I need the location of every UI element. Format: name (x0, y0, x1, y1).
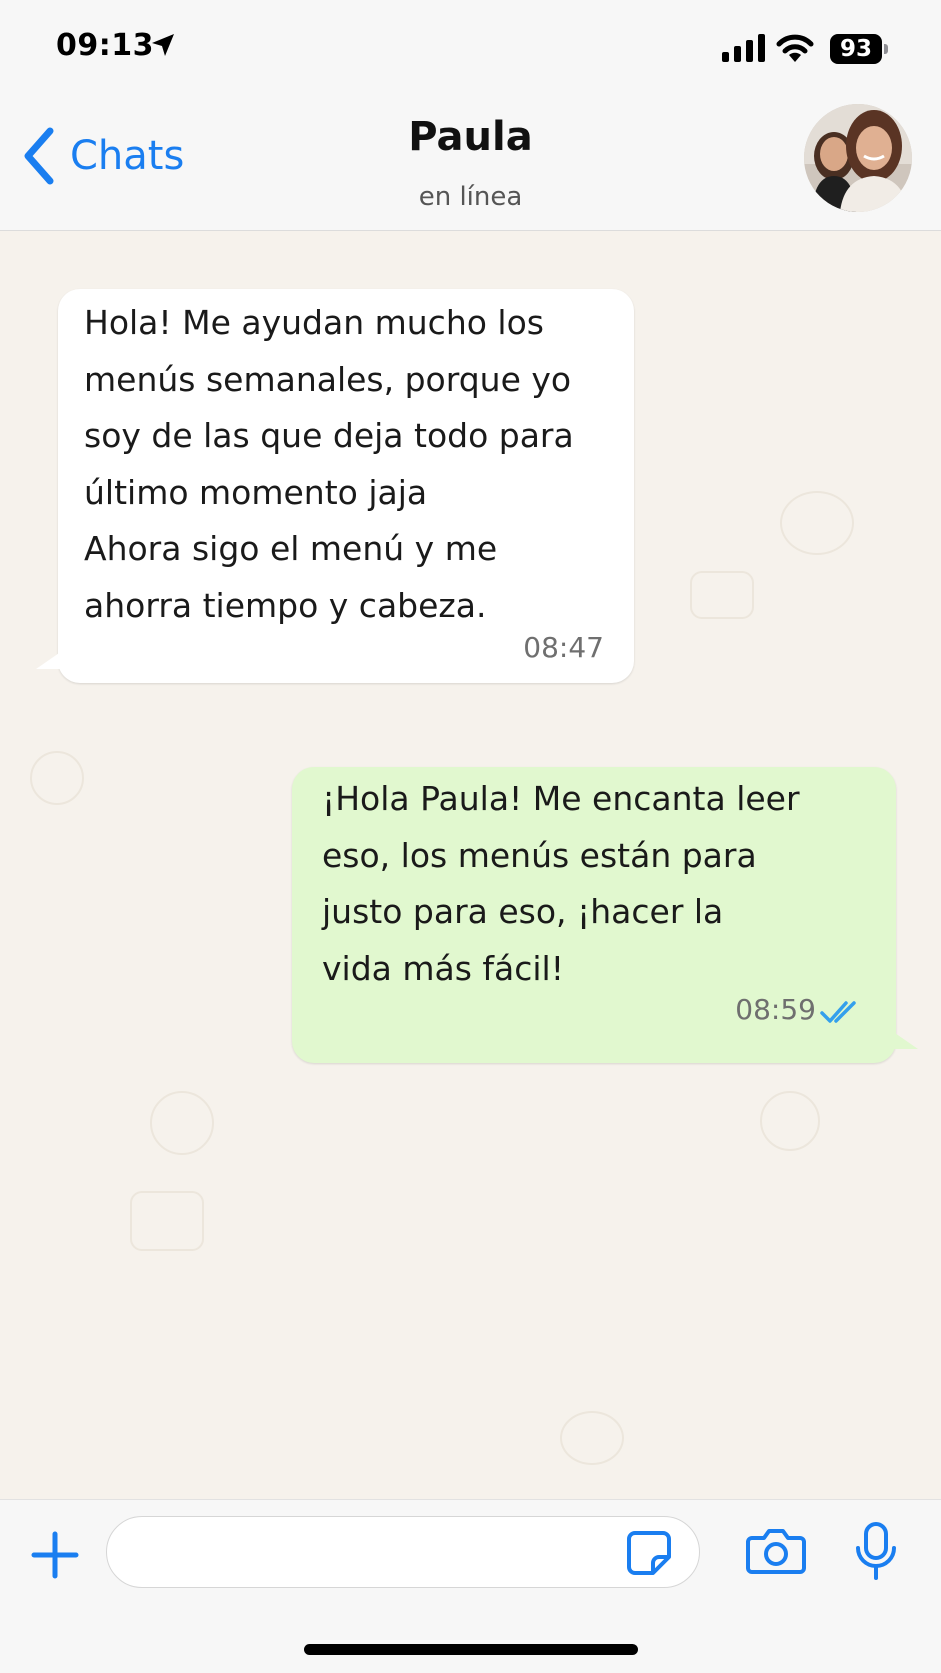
battery-icon: 93 (830, 34, 888, 64)
status-time: 09:13 (56, 28, 154, 63)
message-input[interactable] (106, 1516, 700, 1588)
wallpaper-doodle (760, 1091, 820, 1151)
contact-name[interactable]: Paula (0, 114, 941, 160)
status-bar: 09:13 93 (0, 0, 941, 96)
location-arrow-icon (152, 34, 174, 56)
avatar-photo (804, 104, 912, 212)
read-receipt-icon (820, 1001, 856, 1023)
wallpaper-doodle (150, 1091, 214, 1155)
message-text: Hola! Me ayudan mucho los menús semanale… (84, 303, 574, 625)
message-time: 08:59 (735, 993, 816, 1026)
chat-header: Chats Paula en línea (0, 96, 941, 231)
cellular-signal-icon (722, 34, 765, 62)
plus-icon[interactable] (30, 1530, 80, 1580)
input-bar (0, 1499, 941, 1673)
battery-level: 93 (830, 34, 882, 64)
sticker-icon[interactable] (625, 1529, 673, 1577)
microphone-icon[interactable] (854, 1522, 898, 1582)
home-indicator (304, 1644, 638, 1655)
wallpaper-doodle (560, 1411, 624, 1465)
message-incoming[interactable]: Hola! Me ayudan mucho los menús semanale… (36, 289, 634, 683)
wallpaper-doodle (780, 491, 854, 555)
avatar[interactable] (804, 104, 912, 212)
chat-area[interactable]: Hola! Me ayudan mucho los menús semanale… (0, 231, 941, 1499)
message-outgoing[interactable]: ¡Hola Paula! Me encanta leer eso, los me… (292, 767, 918, 1063)
wallpaper-doodle (130, 1191, 204, 1251)
camera-icon[interactable] (746, 1526, 806, 1576)
message-time: 08:47 (523, 631, 604, 664)
wallpaper-doodle (690, 571, 754, 619)
message-text: ¡Hola Paula! Me encanta leer eso, los me… (322, 779, 800, 988)
contact-status: en línea (418, 182, 523, 212)
wallpaper-doodle (30, 751, 84, 805)
wifi-icon (776, 34, 814, 62)
